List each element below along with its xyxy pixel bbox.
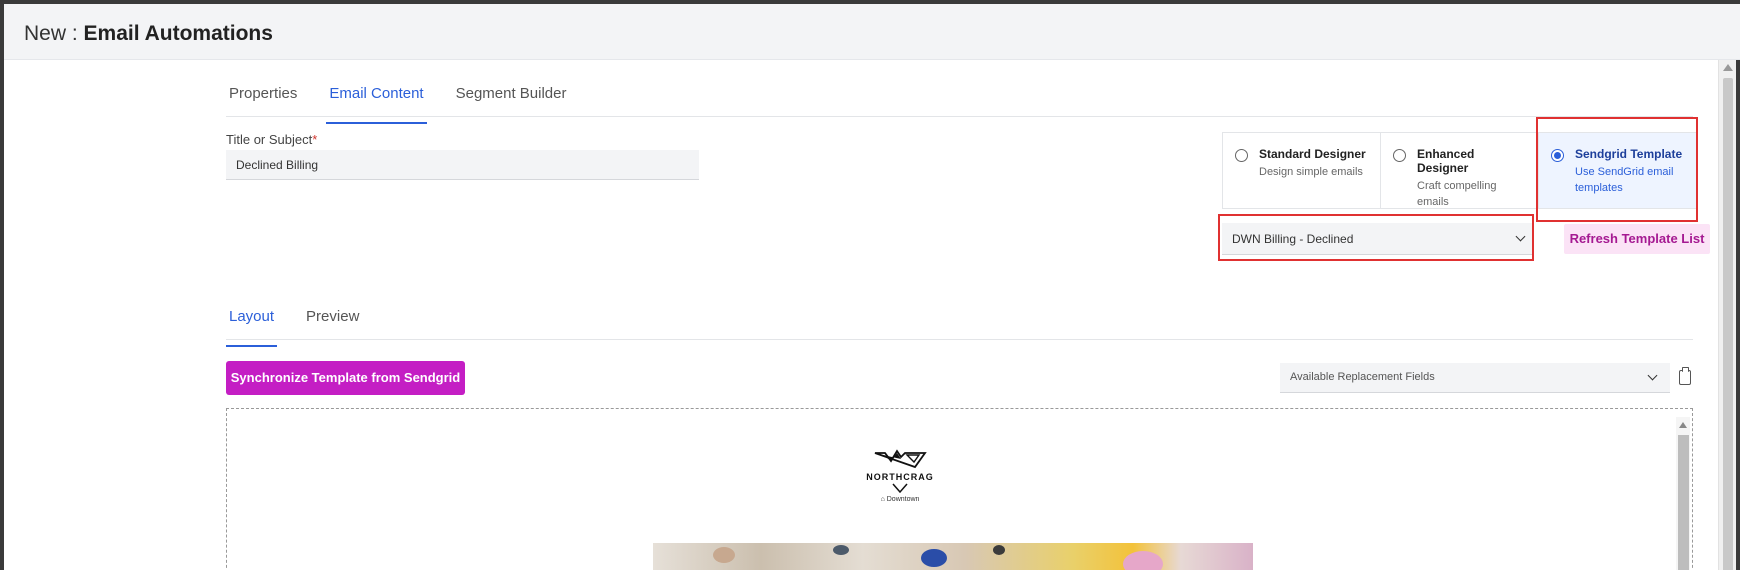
standard-designer-option[interactable]: Standard Designer Design simple emails [1223,133,1381,208]
synchronize-template-button[interactable]: Synchronize Template from Sendgrid [226,361,465,395]
content-tabs-divider [226,339,1693,340]
chevron-down-icon [892,483,908,493]
brand-location: ⌂ Downtown [855,496,945,503]
preview-scroll-thumb[interactable] [1678,435,1689,570]
main-tabs: Properties Email Content Segment Builder [226,82,596,124]
tab-email-content[interactable]: Email Content [326,82,427,124]
option-desc: Design simple emails [1259,166,1363,178]
standard-designer-radio[interactable] [1235,149,1248,162]
brand-name: NORTHCRAG [866,472,934,482]
tab-layout[interactable]: Layout [226,305,278,347]
template-select[interactable]: DWN Billing - Declined [1222,223,1534,255]
tab-preview[interactable]: Preview [303,305,362,347]
enhanced-designer-option[interactable]: Enhanced Designer Craft compelling email… [1381,133,1539,208]
home-icon: ⌂ [880,496,885,503]
option-desc: Use SendGrid email templates [1575,166,1674,194]
email-preview-frame: NORTHCRAG ⌂ Downtown [226,408,1693,570]
sendgrid-template-radio[interactable] [1551,149,1564,162]
clipboard-icon[interactable] [1679,367,1691,385]
option-desc: Craft compelling emails [1417,180,1497,208]
page-scroll-thumb[interactable] [1723,78,1733,570]
scroll-up-icon[interactable] [1679,422,1687,428]
sendgrid-template-option[interactable]: Sendgrid Template Use SendGrid email tem… [1539,133,1697,208]
brand-location-text: Downtown [886,496,920,503]
page-scrollbar[interactable] [1718,60,1736,570]
page-title-prefix: New : [24,22,84,45]
brand-logo: NORTHCRAG ⌂ Downtown [855,449,945,509]
required-marker: * [312,132,318,147]
page-header: New : Email Automations [4,4,1740,60]
replacement-fields-select[interactable]: Available Replacement Fields [1280,363,1670,393]
preview-scrollbar[interactable] [1676,417,1690,570]
subject-label-text: Title or Subject [226,132,313,147]
designer-options: Standard Designer Design simple emails E… [1222,132,1698,209]
content-tabs: Layout Preview [226,305,388,347]
enhanced-designer-radio[interactable] [1393,149,1406,162]
hero-image [653,543,1253,570]
subject-label: Title or Subject* [226,132,317,147]
tab-properties[interactable]: Properties [226,82,300,124]
option-title: Enhanced Designer [1417,147,1475,175]
chevron-down-icon [1515,231,1526,242]
tabs-divider [226,116,1693,117]
option-title: Standard Designer [1259,147,1366,161]
page-title: New : Email Automations [24,22,273,46]
chevron-down-icon [1647,370,1658,381]
mountain-logo-icon [874,449,927,469]
subject-input[interactable] [226,150,699,180]
scroll-up-icon[interactable] [1723,64,1733,71]
replacement-fields-placeholder: Available Replacement Fields [1290,371,1435,383]
refresh-template-list-button[interactable]: Refresh Template List [1564,224,1710,254]
option-title: Sendgrid Template [1575,147,1683,161]
tab-segment-builder[interactable]: Segment Builder [453,82,570,124]
page-title-name: Email Automations [83,22,273,45]
template-select-value: DWN Billing - Declined [1232,232,1354,246]
